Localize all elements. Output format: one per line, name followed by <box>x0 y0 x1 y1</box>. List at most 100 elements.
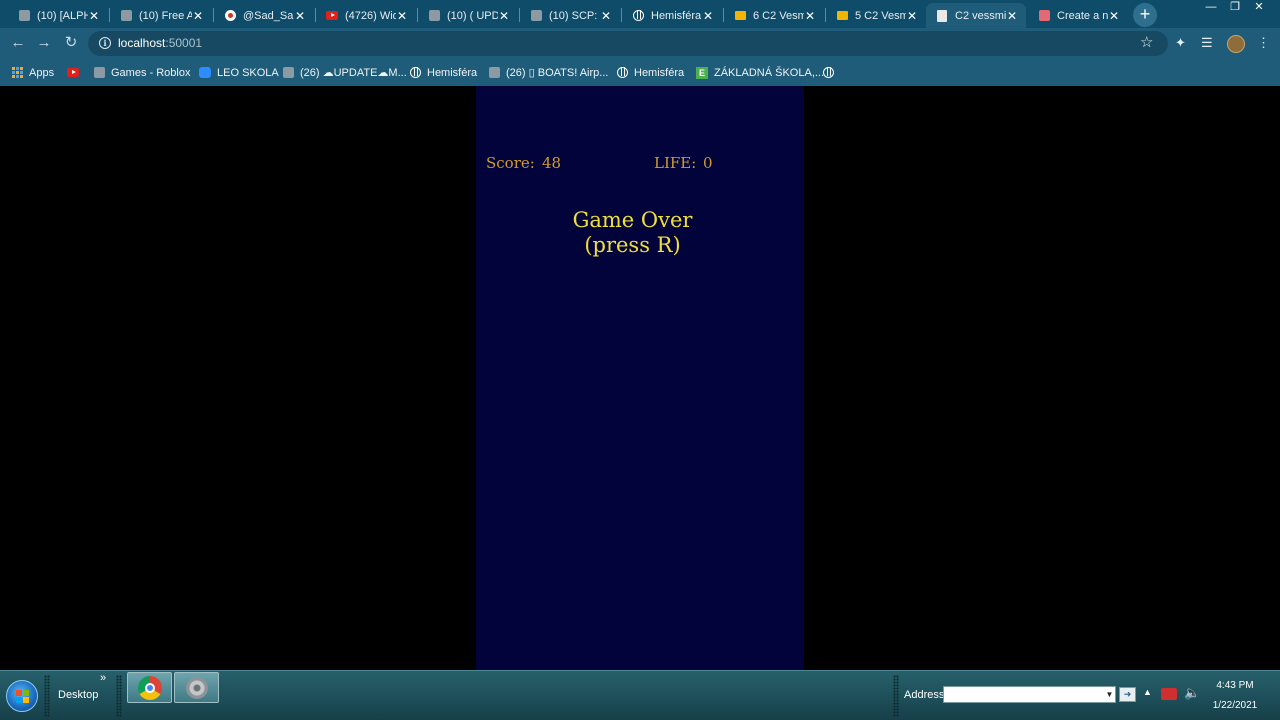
tab-title: (10) Free A <box>139 9 192 22</box>
bookmark-hemisfera-2[interactable]: Hemisféra <box>617 65 684 80</box>
tab-scp[interactable]: (10) SCP: R ✕ <box>520 3 620 28</box>
reload-button[interactable]: ↻ <box>60 32 82 54</box>
taskbar-grip[interactable] <box>44 675 50 717</box>
tab-alph[interactable]: (10) [ALPH ✕ <box>8 3 108 28</box>
reading-list-icon[interactable]: ☰ <box>1201 35 1213 51</box>
network-status-icon[interactable] <box>1161 688 1177 700</box>
taskbar-grip[interactable] <box>893 675 899 717</box>
bookmark-label: Hemisféra <box>634 66 685 79</box>
show-hidden-icons-icon[interactable]: ▲ <box>1143 687 1152 697</box>
bookmark-update[interactable]: (26) ☁UPDATE☁M... <box>283 65 407 80</box>
bookmark-label: LEO SKOLA <box>217 66 279 79</box>
url-text[interactable]: localhost:50001 <box>118 36 202 50</box>
globe-icon <box>632 10 644 22</box>
bookmark-youtube[interactable] <box>67 65 85 80</box>
bookmark-label: (26) ▯ BOATS! Airp... <box>506 67 609 79</box>
close-icon[interactable]: ✕ <box>192 9 204 23</box>
close-icon[interactable]: ✕ <box>396 9 408 23</box>
extensions-icon[interactable]: ✦ <box>1175 35 1186 51</box>
chrome-icon <box>138 676 162 700</box>
tab-c2-vessmir[interactable]: C2 vessmir ✕ <box>926 3 1026 28</box>
tab-5-c2-vesm[interactable]: 5 C2 Vesm ✕ <box>826 3 926 28</box>
apps-grid-icon <box>12 67 23 78</box>
globe-icon <box>823 67 834 78</box>
dropdown-arrow-icon[interactable]: ▼ <box>1104 687 1115 702</box>
bookmark-label: Games - Roblox <box>111 66 191 79</box>
bookmark-boats[interactable]: (26) ▯ BOATS! Airp... <box>489 65 608 80</box>
zoom-icon <box>199 67 211 78</box>
tab-free[interactable]: (10) Free A ✕ <box>110 3 212 28</box>
chevron-more-icon[interactable]: » <box>100 672 106 684</box>
bookmark-label: ZÁKLADNÁ ŠKOLA,... <box>714 66 825 79</box>
e-icon: E <box>696 66 708 79</box>
bookmark-zakladna-skola[interactable]: E ZÁKLADNÁ ŠKOLA,... <box>696 65 824 80</box>
score-value: 48 <box>542 154 562 172</box>
tab-title: Create a n <box>1057 9 1108 22</box>
info-icon[interactable]: i <box>99 37 111 49</box>
roblox-icon <box>94 67 105 78</box>
menu-dots-icon[interactable]: ⋮ <box>1257 35 1270 51</box>
close-icon[interactable]: ✕ <box>294 9 306 23</box>
bookmark-hemisfera[interactable]: Hemisféra <box>410 65 477 80</box>
browser-tab-strip: (10) [ALPH ✕ (10) Free A ✕ @Sad_San ✕ (4… <box>0 0 1280 28</box>
bookmark-globe[interactable] <box>823 65 840 80</box>
bookmark-games-roblox[interactable]: Games - Roblox <box>94 65 190 80</box>
bookmark-label: Apps <box>29 66 55 79</box>
taskbar-settings-button[interactable] <box>174 672 219 703</box>
close-icon[interactable]: ✕ <box>1108 9 1120 23</box>
close-icon[interactable]: ✕ <box>498 9 510 23</box>
tab-title: (10) [ALPH <box>37 9 88 22</box>
tab-upd[interactable]: (10) ( UPD ✕ <box>418 3 518 28</box>
globe-icon <box>617 67 628 78</box>
roblox-icon <box>18 10 30 22</box>
tab-sad-san[interactable]: @Sad_San ✕ <box>214 3 314 28</box>
windows-logo-icon <box>16 690 29 703</box>
bookmark-apps[interactable]: Apps <box>12 65 54 80</box>
address-bar[interactable]: i localhost:50001 <box>88 31 1168 56</box>
taskbar-chrome-button[interactable] <box>127 672 172 703</box>
back-button[interactable]: ← <box>7 32 29 54</box>
bookmark-leo-skola[interactable]: LEO SKOLA <box>199 65 279 80</box>
clock-time[interactable]: 4:43 PM <box>1196 680 1274 691</box>
tab-title: 5 C2 Vesm <box>855 9 906 22</box>
tab-title: 6 C2 Vesm <box>753 9 804 22</box>
close-icon[interactable]: ✕ <box>600 9 612 23</box>
life-label: LIFE: <box>654 154 697 172</box>
tab-hemisfera[interactable]: Hemisféra ✕ <box>622 3 722 28</box>
start-button[interactable] <box>6 680 38 712</box>
desktop-toolbar-label[interactable]: Desktop <box>58 689 98 701</box>
close-icon[interactable]: ✕ <box>88 9 100 23</box>
address-toolbar-label: Address <box>904 689 945 701</box>
profile-avatar-icon[interactable] <box>1227 35 1245 53</box>
profile-icon <box>224 10 236 22</box>
forward-button[interactable]: → <box>33 32 55 54</box>
bookmark-label: (26) ☁UPDATE☁M... <box>300 67 407 79</box>
youtube-icon <box>326 10 338 22</box>
go-icon[interactable]: ➜ <box>1119 687 1136 702</box>
slides-icon <box>836 10 848 22</box>
life-value: 0 <box>703 154 713 172</box>
new-tab-button[interactable]: + <box>1133 3 1157 27</box>
roblox-icon <box>530 10 542 22</box>
tab-title: (10) SCP: R <box>549 9 600 22</box>
browser-toolbar: ← → ↻ i localhost:50001 <box>0 28 1280 59</box>
score-label: Score: <box>486 154 535 172</box>
youtube-icon <box>67 68 79 77</box>
close-window-button[interactable]: ✕ <box>1245 0 1273 16</box>
taskbar-grip[interactable] <box>116 675 122 717</box>
windows-taskbar: Desktop » Address ▼ ➜ ▲ 🔈 4:43 PM 1/22/2… <box>0 670 1280 720</box>
page-icon <box>1038 10 1050 22</box>
close-icon[interactable]: ✕ <box>702 9 714 23</box>
clock-date[interactable]: 1/22/2021 <box>1196 700 1274 711</box>
address-toolbar-input[interactable] <box>943 686 1116 703</box>
close-icon[interactable]: ✕ <box>906 9 918 23</box>
tab-create[interactable]: Create a n ✕ <box>1028 3 1128 28</box>
tab-wid[interactable]: (4726) Wid ✕ <box>316 3 416 28</box>
close-icon[interactable]: ✕ <box>804 9 816 23</box>
game-canvas[interactable]: Score: 48 LIFE: 0 Game Over (press R) <box>476 86 804 670</box>
tab-6-c2-vesm[interactable]: 6 C2 Vesm ✕ <box>724 3 824 28</box>
close-icon[interactable]: ✕ <box>1006 9 1018 23</box>
tab-title: Hemisféra <box>651 9 702 22</box>
settings-icon <box>186 677 208 699</box>
bookmark-star-icon[interactable]: ☆ <box>1140 33 1153 51</box>
